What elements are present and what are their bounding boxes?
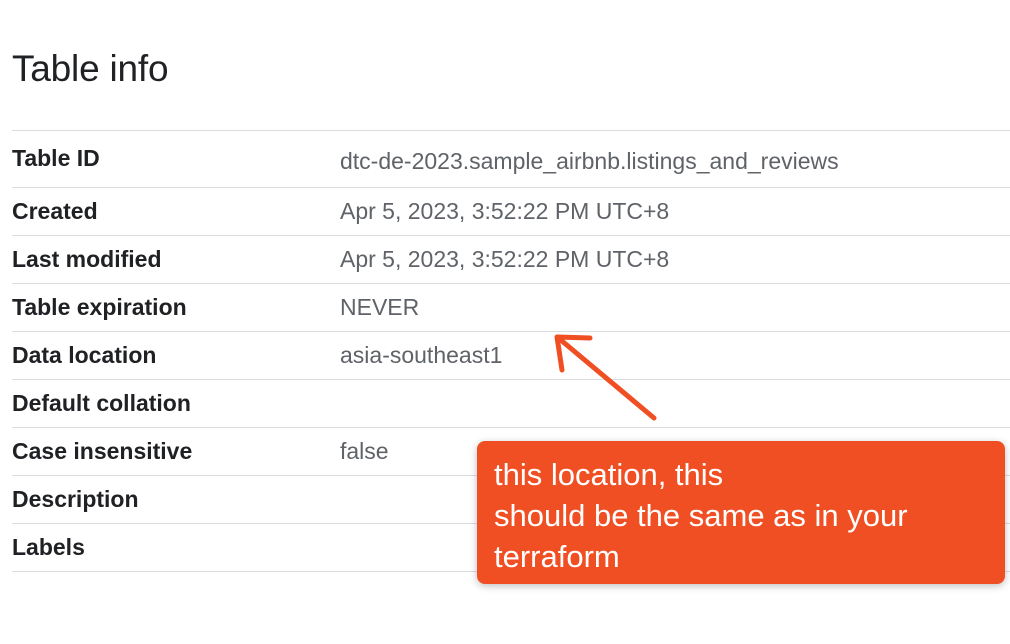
table-row-table-expiration: Table expiration NEVER [12,284,1010,332]
row-value: Apr 5, 2023, 3:52:22 PM UTC+8 [340,246,670,272]
row-label: Last modified [12,246,162,272]
row-label: Data location [12,342,157,368]
table-info-page: Table info Table ID dtc-de-2023.sample_a… [0,0,1010,644]
row-label: Created [12,198,98,224]
row-value: NEVER [340,294,420,320]
page-title: Table info [12,48,169,89]
table-row-data-location: Data location asia-southeast1 [12,332,1010,380]
table-row-created: Created Apr 5, 2023, 3:52:22 PM UTC+8 [12,188,1010,236]
row-value: dtc-de-2023.sample_airbnb.listings_and_r… [340,147,839,174]
row-value: false [340,438,389,464]
row-label: Table expiration [12,294,187,320]
row-label: Description [12,486,139,512]
table-row-default-collation: Default collation [12,380,1010,428]
table-row-last-modified: Last modified Apr 5, 2023, 3:52:22 PM UT… [12,236,1010,284]
row-label: Case insensitive [12,438,193,464]
row-label: Labels [12,534,85,560]
row-value: asia-southeast1 [340,342,503,368]
table-row-table-id: Table ID dtc-de-2023.sample_airbnb.listi… [12,131,1010,188]
annotation-callout: this location, this should be the same a… [477,441,1005,584]
row-value: Apr 5, 2023, 3:52:22 PM UTC+8 [340,198,670,224]
row-label: Table ID [12,145,100,171]
row-label: Default collation [12,390,191,416]
